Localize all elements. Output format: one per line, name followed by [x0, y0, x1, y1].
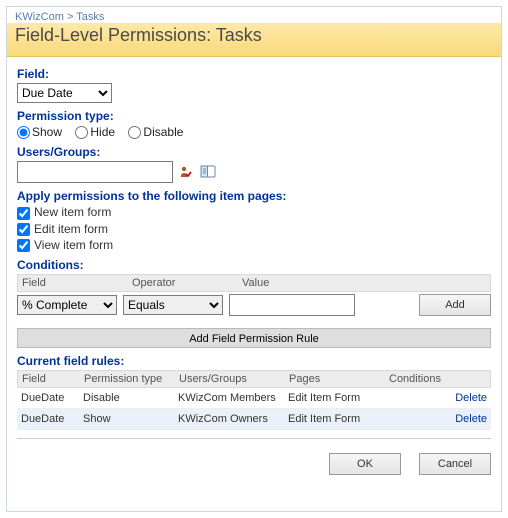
- field-label: Field:: [17, 67, 491, 81]
- rules-header: Field Permission type Users/Groups Pages…: [17, 370, 491, 388]
- rule-field: DueDate: [21, 413, 83, 425]
- cb-edit-text: Edit item form: [34, 222, 108, 236]
- condition-operator-select[interactable]: Equals: [123, 295, 223, 315]
- cb-view[interactable]: [17, 239, 30, 252]
- validate-user-icon[interactable]: [177, 163, 195, 181]
- breadcrumb-leaf: Tasks: [76, 11, 104, 23]
- radio-hide-label[interactable]: Hide: [75, 125, 115, 139]
- conditions-header: Field Operator Value: [17, 274, 491, 292]
- radio-disable-text: Disable: [143, 125, 183, 139]
- ok-button[interactable]: OK: [329, 453, 401, 475]
- cond-col-value: Value: [242, 277, 486, 289]
- cond-col-field: Field: [22, 277, 132, 289]
- rules-col-cond: Conditions: [389, 373, 449, 385]
- rule-ug: KWizCom Owners: [178, 413, 288, 425]
- cb-edit-label[interactable]: Edit item form: [17, 222, 108, 236]
- delete-rule-link[interactable]: Delete: [455, 392, 487, 404]
- radio-hide[interactable]: [75, 126, 88, 139]
- delete-rule-link[interactable]: Delete: [455, 413, 487, 425]
- cb-edit[interactable]: [17, 223, 30, 236]
- table-row: DueDate Disable KWizCom Members Edit Ite…: [17, 388, 491, 409]
- radio-show[interactable]: [17, 126, 30, 139]
- rule-pages: Edit Item Form: [288, 392, 388, 404]
- condition-value-input[interactable]: [229, 294, 355, 316]
- cb-view-text: View item form: [34, 238, 113, 252]
- rules-col-perm: Permission type: [84, 373, 179, 385]
- page-title: Field-Level Permissions: Tasks: [15, 25, 493, 46]
- title-bar: Field-Level Permissions: Tasks: [7, 23, 501, 57]
- rule-ug: KWizCom Members: [178, 392, 288, 404]
- field-select[interactable]: Due Date: [17, 83, 112, 103]
- rule-pages: Edit Item Form: [288, 413, 388, 425]
- breadcrumb-sep: >: [67, 11, 73, 23]
- cb-new-label[interactable]: New item form: [17, 205, 111, 219]
- users-groups-label: Users/Groups:: [17, 145, 491, 159]
- add-condition-button[interactable]: Add: [419, 294, 491, 316]
- rules-col-ug: Users/Groups: [179, 373, 289, 385]
- conditions-label: Conditions:: [17, 258, 491, 272]
- radio-show-label[interactable]: Show: [17, 125, 62, 139]
- users-groups-input[interactable]: [17, 161, 173, 183]
- breadcrumb: KWizCom > Tasks: [7, 7, 501, 23]
- cb-view-label[interactable]: View item form: [17, 238, 113, 252]
- rule-perm: Show: [83, 413, 178, 425]
- separator: [17, 438, 491, 439]
- current-rules-label: Current field rules:: [17, 354, 491, 368]
- permission-type-label: Permission type:: [17, 109, 491, 123]
- radio-hide-text: Hide: [90, 125, 115, 139]
- radio-disable[interactable]: [128, 126, 141, 139]
- apply-pages-label: Apply permissions to the following item …: [17, 189, 491, 203]
- cond-col-operator: Operator: [132, 277, 242, 289]
- rules-col-field: Field: [22, 373, 84, 385]
- rule-field: DueDate: [21, 392, 83, 404]
- radio-show-text: Show: [32, 125, 62, 139]
- permission-type-radios: Show Hide Disable: [17, 125, 491, 139]
- rule-perm: Disable: [83, 392, 178, 404]
- cb-new-text: New item form: [34, 205, 111, 219]
- cancel-button[interactable]: Cancel: [419, 453, 491, 475]
- add-field-permission-rule-button[interactable]: Add Field Permission Rule: [17, 328, 491, 348]
- browse-directory-icon[interactable]: [199, 163, 217, 181]
- cb-new[interactable]: [17, 207, 30, 220]
- radio-disable-label[interactable]: Disable: [128, 125, 183, 139]
- table-row: DueDate Show KWizCom Owners Edit Item Fo…: [17, 409, 491, 430]
- breadcrumb-root[interactable]: KWizCom: [15, 11, 64, 23]
- rules-col-pages: Pages: [289, 373, 389, 385]
- condition-field-select[interactable]: % Complete: [17, 295, 117, 315]
